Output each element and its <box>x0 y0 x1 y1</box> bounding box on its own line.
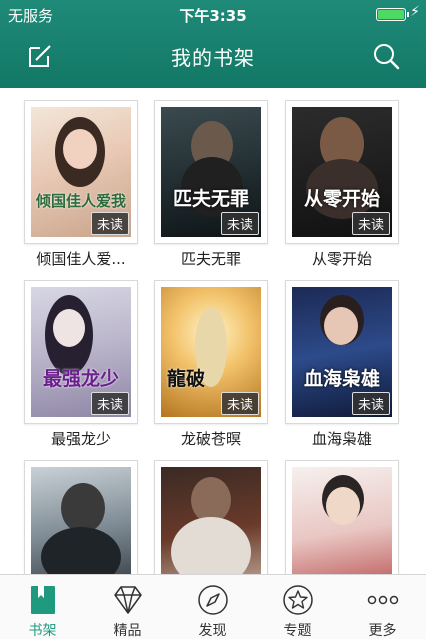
unread-badge: 未读 <box>351 212 390 235</box>
status-bar: 无服务 下午3:35 ⚡ <box>0 0 426 28</box>
tab-label: 发现 <box>198 623 227 639</box>
clock: 下午3:35 <box>179 7 247 25</box>
tab-featured[interactable]: 精品 <box>85 575 170 639</box>
search-icon <box>374 44 400 70</box>
book-title: 从零开始 <box>311 250 372 268</box>
bookshelf-grid: 倾国佳人爱我 未读 倾国佳人爱... 匹夫无罪 未读 匹夫无罪 从零开始 未读 … <box>0 88 426 574</box>
book-item[interactable] <box>24 460 138 574</box>
bookmark-icon <box>31 586 55 614</box>
diamond-icon <box>114 586 142 614</box>
unread-badge: 未读 <box>220 392 259 415</box>
search-button[interactable] <box>370 40 402 72</box>
tab-discover[interactable]: 发现 <box>170 575 255 639</box>
cover-title: 匹夫无罪 <box>172 188 249 210</box>
unread-badge: 未读 <box>220 212 259 235</box>
cover-art <box>292 467 392 574</box>
cover-title: 血海枭雄 <box>303 368 380 390</box>
book-title: 倾国佳人爱... <box>36 250 126 268</box>
book-cover[interactable] <box>24 460 138 574</box>
tab-label: 书架 <box>28 623 57 639</box>
book-cover[interactable]: 从零开始 未读 <box>285 100 399 244</box>
more-icon <box>367 595 399 605</box>
book-cover[interactable] <box>154 460 268 574</box>
book-title: 匹夫无罪 <box>180 250 241 268</box>
cover-title: 最强龙少 <box>42 368 119 390</box>
book-item[interactable]: 血海枭雄 未读 血海枭雄 <box>285 280 399 449</box>
tab-more[interactable]: 更多 <box>340 575 425 639</box>
book-item[interactable]: 匹夫无罪 未读 匹夫无罪 <box>154 100 268 269</box>
bookshelf-screen: 无服务 下午3:35 ⚡ 我的书架 倾国佳人爱我 未读 倾国佳人爱... 匹夫无… <box>0 0 426 639</box>
cover-art <box>161 467 261 574</box>
book-item[interactable] <box>154 460 268 574</box>
tab-bookshelf[interactable]: 书架 <box>0 575 85 639</box>
cover-title: 倾国佳人爱我 <box>35 192 126 210</box>
header: 无服务 下午3:35 ⚡ 我的书架 <box>0 0 426 88</box>
tab-label: 更多 <box>368 623 397 639</box>
bottom-tab-bar: 书架 精品 发现 专题 更多 <box>0 574 426 639</box>
book-title: 最强龙少 <box>50 430 111 448</box>
book-item[interactable]: 从零开始 未读 从零开始 <box>285 100 399 269</box>
book-cover[interactable]: 倾国佳人爱我 未读 <box>24 100 138 244</box>
unread-badge: 未读 <box>351 392 390 415</box>
book-cover[interactable]: 最强龙少 未读 <box>24 280 138 424</box>
book-title: 血海枭雄 <box>311 430 372 448</box>
book-cover[interactable]: 血海枭雄 未读 <box>285 280 399 424</box>
book-title: 龙破苍暝 <box>180 430 241 448</box>
unread-badge: 未读 <box>90 212 129 235</box>
tab-label: 专题 <box>283 623 312 639</box>
compass-icon <box>198 585 228 615</box>
book-cover[interactable] <box>285 460 399 574</box>
star-icon <box>283 585 313 615</box>
battery-fill <box>378 10 404 19</box>
cover-title: 从零开始 <box>303 188 380 210</box>
battery-icon <box>376 8 409 21</box>
tab-topics[interactable]: 专题 <box>255 575 340 639</box>
tab-label: 精品 <box>113 623 142 639</box>
book-item[interactable]: 最强龙少 未读 最强龙少 <box>24 280 138 449</box>
book-cover[interactable]: 龍破 未读 <box>154 280 268 424</box>
book-cover[interactable]: 匹夫无罪 未读 <box>154 100 268 244</box>
book-item[interactable] <box>285 460 399 574</box>
book-item[interactable]: 倾国佳人爱我 未读 倾国佳人爱... <box>24 100 138 269</box>
cover-art <box>31 467 131 574</box>
unread-badge: 未读 <box>90 392 129 415</box>
page-title: 我的书架 <box>171 46 255 70</box>
book-item[interactable]: 龍破 未读 龙破苍暝 <box>154 280 268 449</box>
charging-icon: ⚡ <box>410 4 420 20</box>
cover-title: 龍破 <box>167 368 206 390</box>
